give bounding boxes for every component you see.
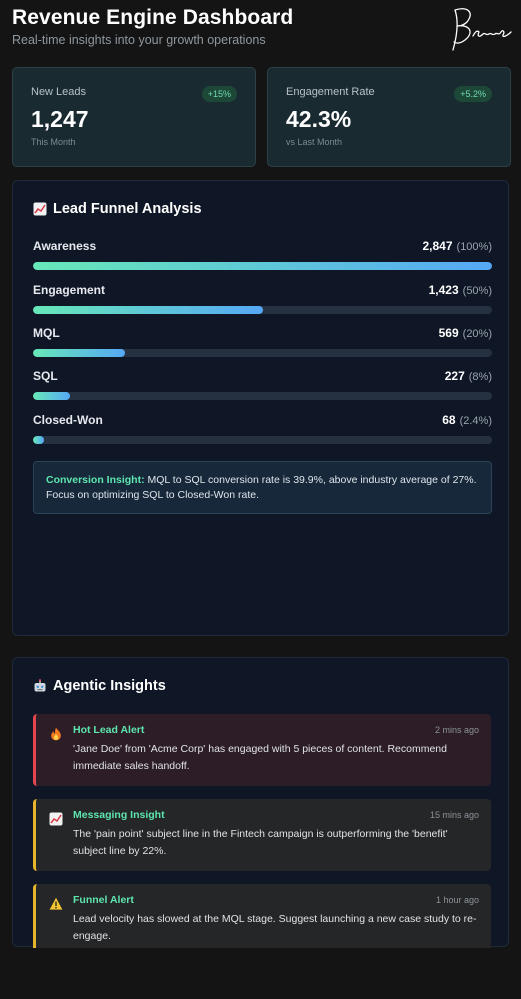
stage-progress-fill xyxy=(33,306,263,314)
alert-timestamp: 15 mins ago xyxy=(429,810,479,820)
stage-count: 68 xyxy=(442,413,456,427)
stage-progress-fill xyxy=(33,392,70,400)
page-subtitle: Real-time insights into your growth oper… xyxy=(12,33,266,47)
stage-progress-fill xyxy=(33,262,492,270)
alert-message: Lead velocity has slowed at the MQL stag… xyxy=(73,913,477,942)
alert-messaging-insight[interactable]: Messaging Insight 15 mins ago The 'pain … xyxy=(33,799,491,871)
alert-message: 'Jane Doe' from 'Acme Corp' has engaged … xyxy=(73,743,447,772)
kpi-caption: vs Last Month xyxy=(286,137,343,147)
stage-percent: (100%) xyxy=(456,241,492,253)
kpi-value: 1,247 xyxy=(31,106,89,132)
stage-values: 227 (8%) xyxy=(445,369,492,383)
agentic-title-text: Agentic Insights xyxy=(53,678,166,694)
funnel-title: Lead Funnel Analysis xyxy=(33,201,202,217)
alert-hot-lead[interactable]: Hot Lead Alert 2 mins ago 'Jane Doe' fro… xyxy=(33,714,491,786)
chart-icon xyxy=(33,202,47,216)
robot-icon xyxy=(34,679,46,692)
stage-progress-track xyxy=(33,436,492,444)
stage-progress-track xyxy=(33,306,492,314)
stage-count: 2,847 xyxy=(422,239,453,253)
alert-timestamp: 2 mins ago xyxy=(434,725,479,735)
conversion-insight-label: Conversion Insight: xyxy=(46,474,145,486)
alert-title: Messaging Insight xyxy=(73,809,165,821)
funnel-stage-mql: MQL 569 (20%) xyxy=(33,326,492,357)
alert-message: The 'pain point' subject line in the Fin… xyxy=(73,828,448,857)
stage-values: 1,423 (50%) xyxy=(429,283,492,297)
stage-percent: (2.4%) xyxy=(459,415,492,427)
stage-values: 2,847 (100%) xyxy=(423,239,493,253)
stage-progress-fill xyxy=(33,349,125,357)
stage-name: SQL xyxy=(33,369,58,383)
stage-values: 569 (20%) xyxy=(439,326,492,340)
funnel-stage-sql: SQL 227 (8%) xyxy=(33,369,492,400)
funnel-stage-closed-won: Closed-Won 68 (2.4%) xyxy=(33,413,492,444)
stage-percent: (8%) xyxy=(468,371,492,383)
funnel-title-text: Lead Funnel Analysis xyxy=(53,201,202,217)
alert-funnel[interactable]: Funnel Alert 1 hour ago Lead velocity ha… xyxy=(33,884,491,948)
chart-icon xyxy=(49,812,63,826)
stage-name: Awareness xyxy=(33,239,97,253)
kpi-card-new-leads: New Leads +15% 1,247 This Month xyxy=(12,67,256,167)
fire-icon xyxy=(51,727,61,741)
stage-name: MQL xyxy=(33,326,60,340)
page-title: Revenue Engine Dashboard xyxy=(12,6,294,29)
alert-title: Hot Lead Alert xyxy=(73,724,145,736)
stage-name: Closed-Won xyxy=(33,413,103,427)
kpi-change-badge: +15% xyxy=(201,86,237,102)
stage-percent: (50%) xyxy=(462,285,492,297)
signature-logo xyxy=(452,8,512,51)
warning-icon xyxy=(49,897,63,910)
kpi-value: 42.3% xyxy=(286,106,352,132)
funnel-stage-awareness: Awareness 2,847 (100%) xyxy=(33,239,492,270)
page-header: Revenue Engine Dashboard Real-time insig… xyxy=(12,6,509,58)
stage-progress-track xyxy=(33,262,492,270)
alert-title: Funnel Alert xyxy=(73,894,134,906)
kpi-change-badge: +5.2% xyxy=(454,86,492,102)
stage-count: 569 xyxy=(438,326,459,340)
agentic-title: Agentic Insights xyxy=(33,678,166,694)
kpi-caption: This Month xyxy=(31,137,76,147)
agentic-insights-card: Agentic Insights Hot Lead Alert 2 mins a… xyxy=(12,657,509,948)
stage-count: 1,423 xyxy=(428,283,459,297)
stage-percent: (20%) xyxy=(462,328,492,340)
kpi-card-engagement-rate: Engagement Rate +5.2% 42.3% vs Last Mont… xyxy=(267,67,511,167)
lead-funnel-card: Lead Funnel Analysis Awareness 2,847 (100… xyxy=(12,180,509,636)
stage-progress-fill xyxy=(33,436,45,444)
stage-count: 227 xyxy=(444,369,465,383)
stage-progress-track xyxy=(33,392,492,400)
stage-progress-track xyxy=(33,349,492,357)
stage-values: 68 (2.4%) xyxy=(442,413,492,427)
conversion-insight-box: Conversion Insight: MQL to SQL conversio… xyxy=(33,461,492,514)
alert-timestamp: 1 hour ago xyxy=(435,895,479,905)
stage-name: Engagement xyxy=(33,283,106,297)
funnel-stage-engagement: Engagement 1,423 (50%) xyxy=(33,283,492,314)
